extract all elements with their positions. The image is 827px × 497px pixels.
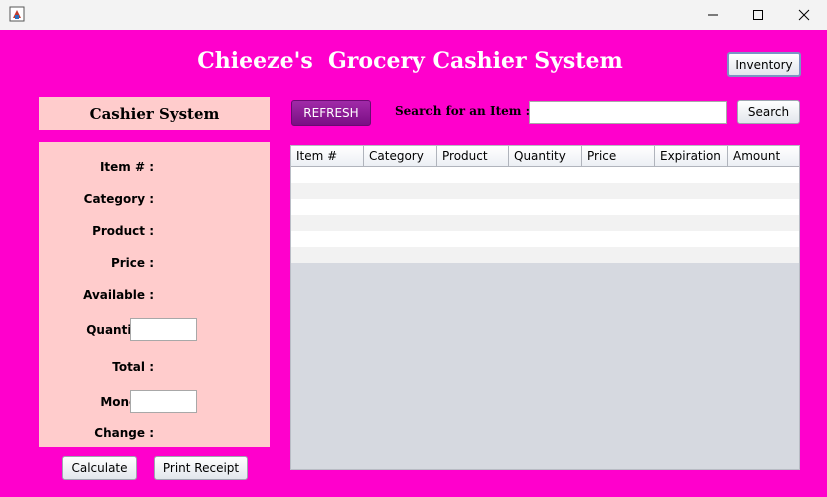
refresh-button[interactable]: REFRESH (291, 100, 371, 126)
column-header-quantity[interactable]: Quantity (509, 146, 582, 167)
app-title: Chieeze's Grocery Cashier System (197, 48, 623, 74)
column-header-category[interactable]: Category (364, 146, 437, 167)
inventory-button[interactable]: Inventory (727, 52, 801, 77)
column-header-item-number[interactable]: Item # (291, 146, 364, 167)
table-row[interactable] (291, 183, 799, 199)
window-border-left (0, 30, 2, 497)
column-header-price[interactable]: Price (582, 146, 655, 167)
close-button[interactable] (781, 0, 827, 30)
total-label: Total : (112, 360, 154, 374)
table-row[interactable] (291, 215, 799, 231)
column-header-expiration[interactable]: Expiration (655, 146, 728, 167)
column-header-product[interactable]: Product (437, 146, 509, 167)
search-input[interactable] (529, 101, 727, 124)
window-titlebar (0, 0, 827, 30)
column-header-amount[interactable]: Amount (728, 146, 799, 167)
table-row[interactable] (291, 231, 799, 247)
table-row[interactable] (291, 199, 799, 215)
java-app-icon (9, 6, 25, 22)
price-label: Price : (110, 256, 154, 270)
cashier-system-heading: Cashier System (39, 97, 270, 130)
category-label: Category : (83, 192, 154, 206)
table-row[interactable] (291, 167, 799, 183)
table-header: Item # Category Product Quantity Price E… (291, 146, 799, 167)
items-table[interactable]: Item # Category Product Quantity Price E… (290, 145, 800, 470)
table-row[interactable] (291, 247, 799, 263)
money-field[interactable] (130, 390, 197, 413)
cashier-panel: Item # : Category : Product : Price : Av… (39, 142, 270, 447)
available-label: Available : (83, 288, 154, 302)
search-label: Search for an Item : (395, 104, 531, 118)
change-label: Change : (94, 426, 154, 440)
minimize-button[interactable] (690, 0, 736, 30)
quantity-field[interactable] (130, 318, 197, 341)
item-number-label: Item # : (99, 160, 154, 174)
product-label: Product : (92, 224, 154, 238)
calculate-button[interactable]: Calculate (62, 456, 137, 480)
maximize-button[interactable] (735, 0, 781, 30)
print-receipt-button[interactable]: Print Receipt (154, 456, 248, 480)
search-button[interactable]: Search (737, 100, 800, 124)
